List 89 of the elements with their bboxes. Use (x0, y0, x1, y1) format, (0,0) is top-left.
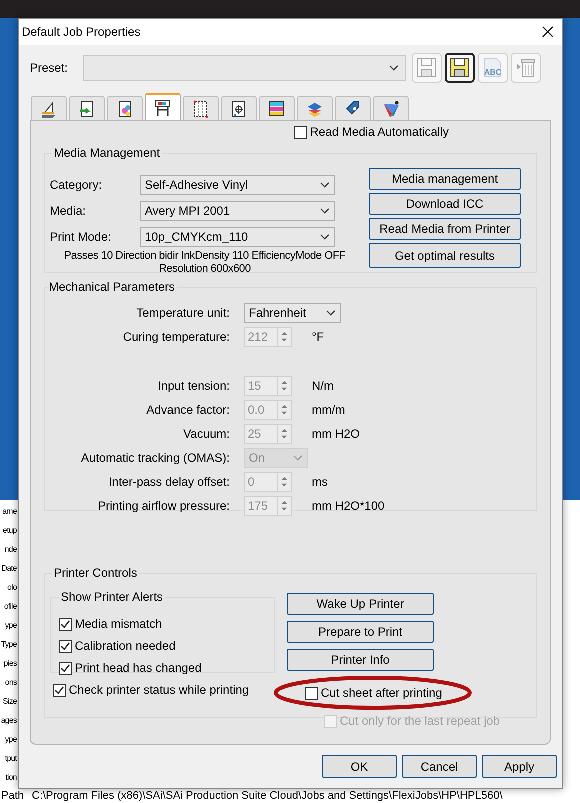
checkbox[interactable] (305, 686, 318, 700)
window-title: Default Job Properties (22, 24, 141, 41)
list-label: etup (3, 525, 17, 537)
unit-label: N/m (312, 378, 334, 395)
chevron-down-icon (320, 182, 330, 188)
unit-label: ms (312, 474, 328, 491)
chevron-down-icon (389, 65, 399, 71)
dropdown[interactable]: Fahrenheit (244, 303, 341, 323)
field-label: Category: (50, 177, 104, 194)
preset-label: Preset: (30, 60, 70, 77)
group-title: Printer Controls (54, 566, 138, 580)
checkbox-label: Calibration needed (75, 638, 176, 655)
list-label: pies (4, 658, 17, 670)
chevron-down-icon (293, 455, 303, 461)
dropdown[interactable]: 10p_CMYKcm_110 (140, 227, 335, 247)
field-label: Input tension: (156, 378, 231, 395)
list-label: ages (1, 715, 17, 727)
tab[interactable] (69, 96, 105, 120)
path-label: Path (0, 788, 24, 803)
list-label: tion (6, 772, 17, 784)
list-label: Type (1, 639, 17, 651)
save-button[interactable] (445, 53, 475, 83)
checkbox-label: Check printer status while printing (69, 682, 250, 699)
group-title: Mechanical Parameters (49, 280, 176, 294)
tab[interactable] (107, 96, 143, 120)
tab[interactable] (31, 96, 67, 120)
group-title: Show Printer Alerts (61, 590, 164, 604)
list-label: ofile (4, 601, 17, 613)
list-label: nde (4, 544, 17, 556)
unit-label: mm H2O (312, 426, 360, 443)
tab-icon (191, 98, 211, 118)
unit-label: mm/m (312, 402, 346, 419)
checkbox-label: Media mismatch (75, 616, 162, 633)
tab[interactable] (183, 96, 219, 120)
field-label: Print Mode: (50, 229, 112, 246)
checkbox-label: Read Media Automatically (310, 124, 449, 141)
field-label: Temperature unit: (136, 305, 231, 322)
path-value: C:\Program Files (x86)\SAi\SAi Production Suite Cloud\Jobs and Settings\FlexiJobs\HP\HPL560\ (32, 788, 503, 803)
print-mode-description: Resolution 600x600 (159, 263, 251, 276)
field-label: Media: (50, 203, 88, 220)
checkbox[interactable] (59, 662, 72, 674)
list-label: Size (3, 696, 17, 708)
list-label: olo (8, 582, 17, 594)
list-label: ype (5, 620, 17, 632)
list-label: ame (2, 506, 17, 518)
unit-label: °F (312, 329, 324, 346)
field-label: Advance factor: (146, 402, 231, 419)
field-label: Automatic tracking (OMAS): (80, 450, 231, 467)
list-label: ons (5, 677, 17, 689)
button[interactable]: Apply (482, 755, 557, 778)
button[interactable]: Printer Info (287, 649, 434, 671)
unit-label: mm H2O*100 (312, 498, 385, 515)
close-icon[interactable] (542, 26, 554, 38)
button[interactable]: Wake Up Printer (287, 593, 434, 615)
checkbox[interactable] (59, 640, 72, 652)
group-title: Media Management (54, 146, 160, 160)
field-label: Inter-pass delay offset: (108, 474, 231, 491)
field-label: Curing temperature: (122, 329, 231, 346)
list-label: tput (5, 753, 17, 765)
tab-icon (267, 98, 287, 118)
button[interactable]: Cancel (402, 755, 477, 778)
button[interactable]: Get optimal results (369, 243, 521, 268)
tab[interactable] (335, 96, 371, 120)
print-mode-description: Passes 10 Direction bidir InkDensity 110 EfficiencyMode OFF (64, 250, 346, 263)
tab[interactable] (221, 96, 257, 120)
tab-icon (381, 98, 401, 118)
button[interactable]: Read Media from Printer (369, 218, 521, 240)
checkbox-label: Cut sheet after printing (321, 685, 442, 702)
dropdown[interactable]: Self-Adhesive Vinyl (140, 175, 335, 195)
list-label: Date (2, 563, 17, 575)
checkbox-label: Cut only for the last repeat job (340, 713, 500, 730)
checkbox-label: Print head has changed (75, 660, 202, 677)
button[interactable]: OK (322, 755, 397, 778)
chevron-down-icon (320, 234, 330, 240)
button[interactable]: Prepare to Print (287, 621, 434, 643)
button[interactable]: Media management (369, 168, 521, 190)
tab[interactable] (145, 93, 181, 120)
chevron-down-icon (320, 208, 330, 214)
checkbox[interactable] (294, 126, 308, 138)
chevron-down-icon (326, 310, 336, 316)
field-label: Vacuum: (182, 426, 231, 443)
tab-icon (153, 98, 173, 118)
field-label: Printing airflow pressure: (96, 498, 231, 515)
dropdown[interactable]: Avery MPI 2001 (140, 201, 335, 221)
button[interactable]: Download ICC (369, 193, 521, 215)
checkbox[interactable] (59, 618, 72, 630)
tab[interactable] (259, 96, 295, 120)
list-label: ype (5, 734, 17, 746)
checkbox[interactable] (53, 684, 66, 696)
